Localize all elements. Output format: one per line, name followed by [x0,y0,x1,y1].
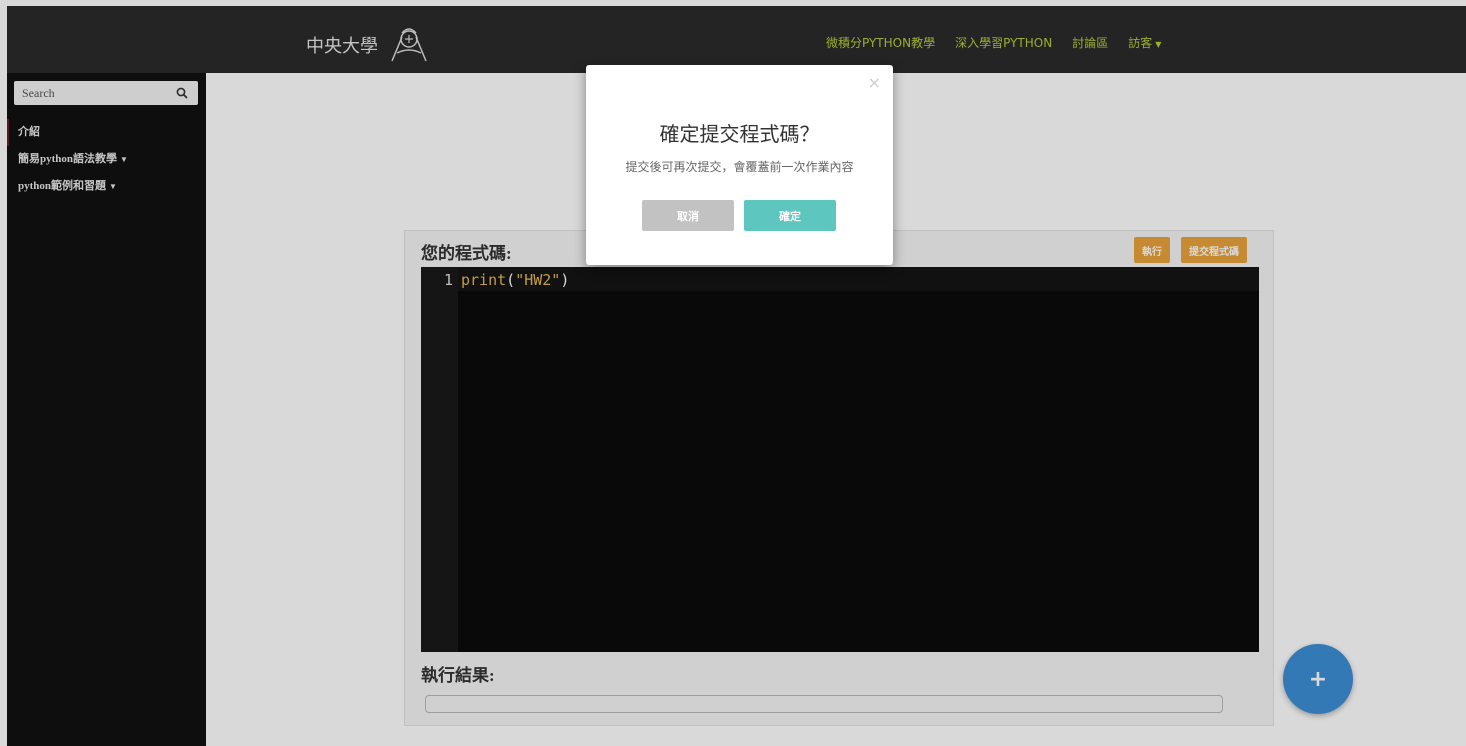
close-icon[interactable]: × [868,73,881,92]
dialog-title: 確定提交程式碼？ [659,124,820,146]
confirm-button[interactable]: 確定 [744,200,836,231]
confirm-submit-dialog: × 確定提交程式碼？ 提交後可再次提交，會覆蓋前一次作業內容 取消 確定 [586,65,893,265]
dialog-message: 提交後可再次提交，會覆蓋前一次作業內容 [625,160,854,174]
cancel-button[interactable]: 取消 [642,200,734,231]
page: 中央大學 微積分PYTHON教學 深入學習PYTHON 討論區 訪客 ▼ Sea… [0,0,1466,746]
